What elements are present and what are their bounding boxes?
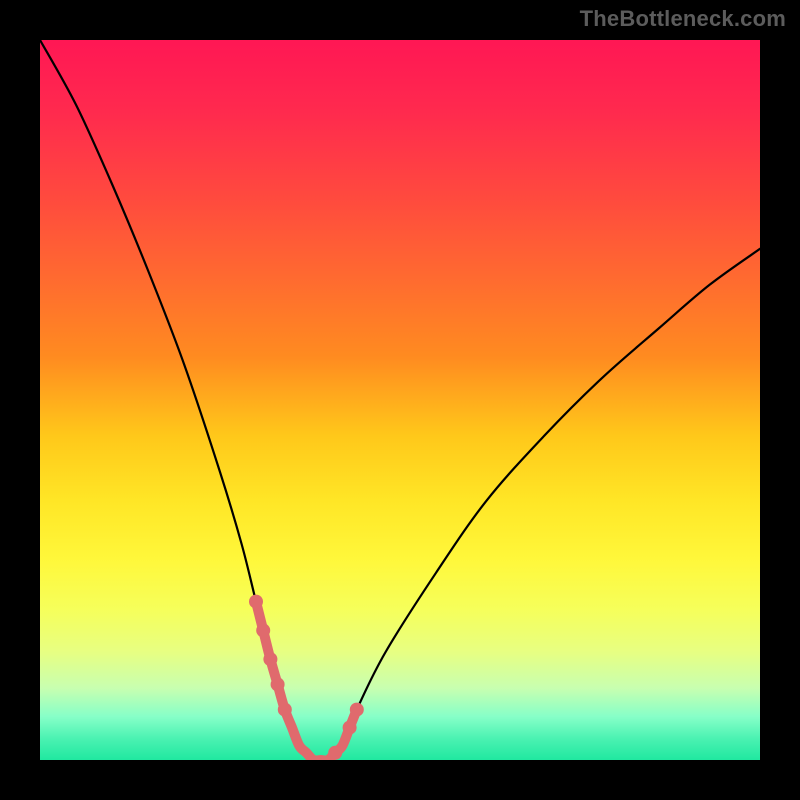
chart-frame: TheBottleneck.com <box>0 0 800 800</box>
highlight-dot <box>263 652 277 666</box>
highlight-dot <box>249 595 263 609</box>
bottleneck-curve <box>40 40 760 760</box>
highlight-dot <box>278 703 292 717</box>
highlight-dot <box>256 623 270 637</box>
plot-area <box>40 40 760 760</box>
watermark-text: TheBottleneck.com <box>580 6 786 32</box>
highlight-dot <box>328 746 342 760</box>
optimal-range-highlight <box>256 602 357 760</box>
highlight-dot <box>350 703 364 717</box>
curve-svg <box>40 40 760 760</box>
highlight-dot <box>343 721 357 735</box>
highlight-dot <box>271 677 285 691</box>
